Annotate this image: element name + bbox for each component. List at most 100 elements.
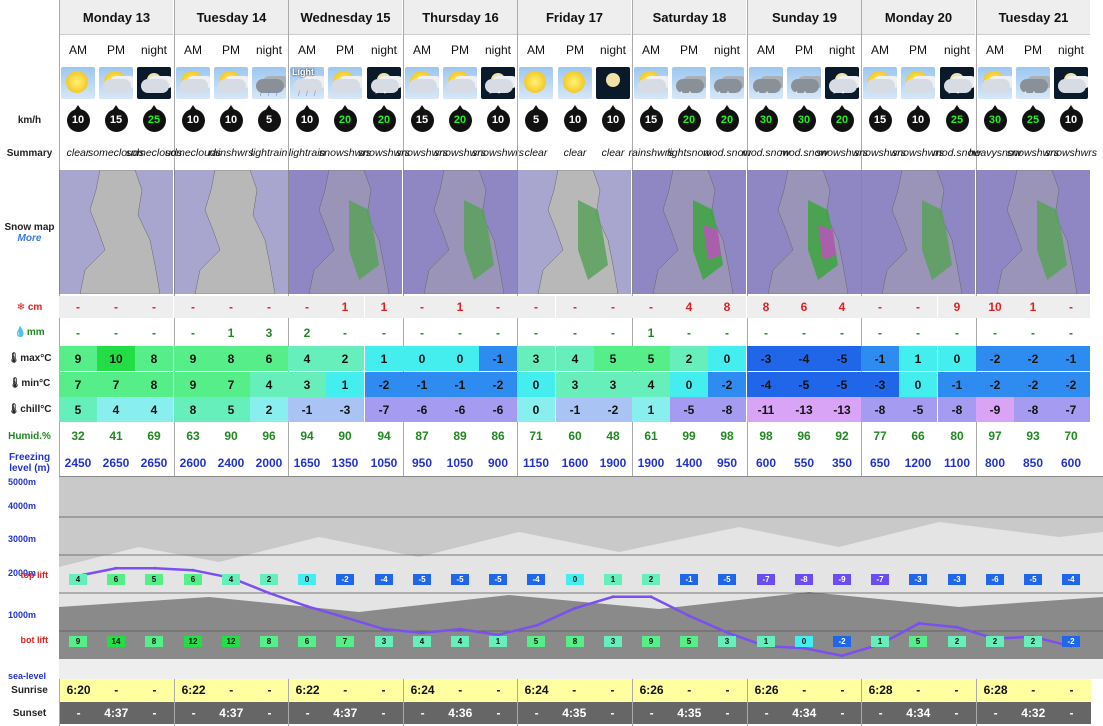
freezing-level-point xyxy=(726,631,730,635)
rain-unit: mm xyxy=(26,327,45,338)
chill-unit: chill°C xyxy=(20,404,52,415)
freezing-level-point xyxy=(382,627,386,631)
sun-icon xyxy=(61,66,95,99)
max-temp-value: 1 xyxy=(365,346,403,371)
summary-line: heavy xyxy=(968,147,997,159)
wind-speed-cell: 20 xyxy=(708,103,746,137)
chill-temp-value: -3 xyxy=(326,397,364,422)
max-temp-value: 2 xyxy=(670,346,708,371)
sun-icon xyxy=(519,66,553,99)
summary-line: clear xyxy=(601,147,625,159)
snow-map-thumbnail[interactable] xyxy=(59,170,173,294)
bot-lift-temp: 9 xyxy=(642,636,660,647)
bot-lift-temp: 8 xyxy=(566,636,584,647)
weather-icon-cell xyxy=(976,64,1014,101)
summary-line: mod. xyxy=(742,147,766,159)
sun-cloud-icon xyxy=(176,66,210,99)
moon-cloud-icon xyxy=(1054,66,1088,99)
sunset-blank: - xyxy=(708,702,747,724)
wind-speed-cell: 10 xyxy=(556,103,594,137)
chill-temp-value: -8 xyxy=(938,397,976,422)
map-island-shape xyxy=(748,170,861,294)
freezing-level-value: 1650 xyxy=(293,455,321,470)
map-island-shape xyxy=(289,170,402,294)
rain-amount: - xyxy=(955,325,959,340)
wind-arrow-icon: 10 xyxy=(601,104,625,132)
sunrise-time: 6:26 xyxy=(633,679,671,701)
snow-map-thumbnail[interactable] xyxy=(747,170,861,294)
map-island-shape xyxy=(518,170,631,294)
top-lift-temp: -4 xyxy=(1062,574,1080,585)
rain-row-label: 💧mm xyxy=(0,327,59,338)
sunrise-blank: - xyxy=(823,679,862,701)
snow-map-thumbnail[interactable] xyxy=(632,170,746,294)
wind-speed-cell: 10 xyxy=(212,103,250,137)
humidity-value: 70 xyxy=(1064,429,1078,443)
day-header: Monday 13 xyxy=(59,0,173,35)
wind-arrow-icon: 10 xyxy=(219,104,243,132)
wind-speed-cell: 5 xyxy=(517,103,555,137)
chill-temp-value: -5 xyxy=(899,397,937,422)
snow-cloud-icon: * * xyxy=(1016,66,1050,99)
rain-amount: - xyxy=(382,325,386,340)
top-lift-temp: -6 xyxy=(986,574,1004,585)
snow-map-thumbnail[interactable] xyxy=(174,170,288,294)
snow-map-thumbnail[interactable] xyxy=(861,170,975,294)
sunset-blank: - xyxy=(977,702,1015,724)
rain-amount: - xyxy=(611,325,615,340)
night-snow-icon: * * xyxy=(367,66,401,99)
top-lift-temp: 0 xyxy=(298,574,316,585)
wind-speed-cell: 15 xyxy=(403,103,441,137)
min-temp-value: 9 xyxy=(174,372,212,397)
min-temp-value: -3 xyxy=(861,372,899,397)
snow-map-thumbnail[interactable] xyxy=(976,170,1090,294)
snow-amount: - xyxy=(861,296,899,318)
wind-arrow-icon: 5 xyxy=(257,104,281,132)
freezing-level-point xyxy=(420,631,424,635)
freezing-level-point xyxy=(305,604,309,608)
top-lift-temp: -8 xyxy=(795,574,813,585)
weather-icon-cell: * * xyxy=(747,64,785,101)
wind-arrow-icon: 30 xyxy=(792,104,816,132)
freezing-level-point xyxy=(802,646,806,650)
sunrise-blank: - xyxy=(97,679,136,701)
rain-amount: - xyxy=(802,325,806,340)
freezing-level-value: 900 xyxy=(487,455,509,470)
summary-line: snow xyxy=(472,147,497,159)
summary-line: snow xyxy=(434,147,459,159)
snowflake-icon: ❄ xyxy=(16,302,28,313)
weather-icon-cell xyxy=(174,64,212,101)
rain-amount: 1 xyxy=(227,325,235,340)
bot-lift-temp: 3 xyxy=(604,636,622,647)
summary-text: light rain xyxy=(250,138,288,169)
chill-temp-value: -8 xyxy=(708,397,746,422)
rain-amount: - xyxy=(1069,325,1073,340)
freezing-level-value: 1900 xyxy=(599,455,627,470)
snow-map-thumbnail[interactable] xyxy=(403,170,517,294)
weather-icon-cell xyxy=(632,64,670,101)
sunrise-time: 6:24 xyxy=(518,679,556,701)
summary-text: snow shwrs xyxy=(892,138,944,169)
bot-lift-label: bot lift xyxy=(20,635,49,645)
snow-map-thumbnail[interactable] xyxy=(288,170,402,294)
max-temp-value: 0 xyxy=(403,346,441,371)
rain-amount: - xyxy=(420,325,424,340)
period-label: PM xyxy=(451,43,469,57)
period-label: AM xyxy=(298,43,316,57)
freezing-level-point xyxy=(649,595,653,599)
weather-icon-cell: * * xyxy=(479,64,517,101)
top-lift-temp: -5 xyxy=(718,574,736,585)
freezing-level-point xyxy=(114,566,118,570)
top-lift-temp: 5 xyxy=(145,574,163,585)
raindrops-icon: 💧 xyxy=(14,327,27,338)
max-temp-value: 5 xyxy=(632,346,670,371)
sunset-time: 4:35 xyxy=(670,702,709,724)
snow-map-thumbnail[interactable] xyxy=(517,170,631,294)
period-label: PM xyxy=(1024,43,1042,57)
freezing-level-point xyxy=(611,595,615,599)
freezing-level-label: Freezing level (m) xyxy=(8,452,51,474)
wind-speed-cell: 15 xyxy=(632,103,670,137)
more-link[interactable]: More xyxy=(0,233,59,244)
weather-icon-cell xyxy=(861,64,899,101)
max-temp-value: 3 xyxy=(517,346,555,371)
